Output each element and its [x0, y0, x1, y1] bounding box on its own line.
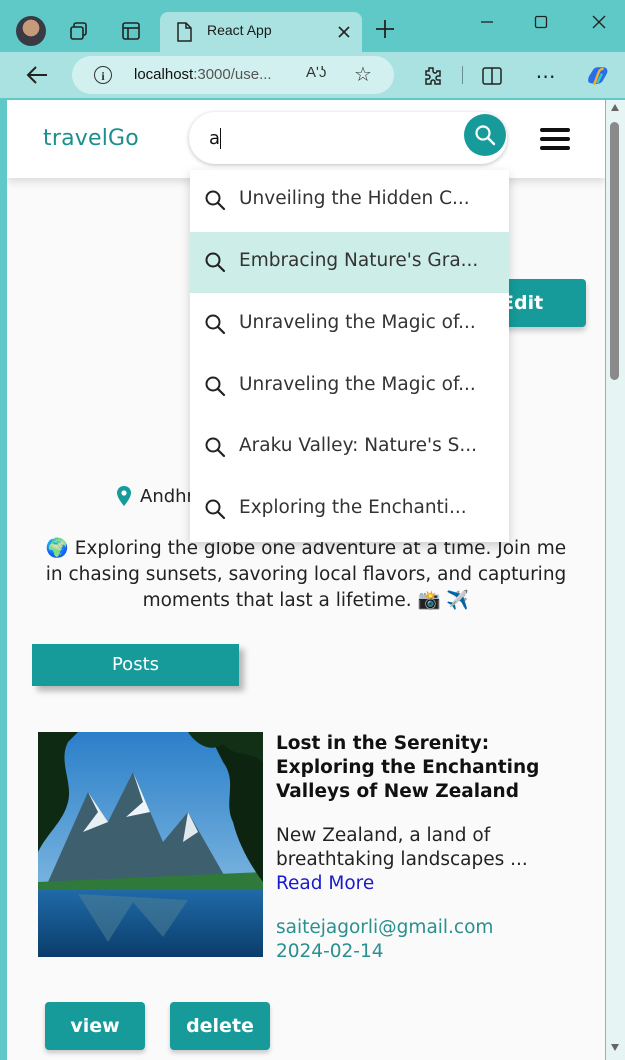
browser-titlebar: React App — [0, 0, 625, 52]
suggestion-text: Unraveling the Magic of... — [239, 374, 476, 395]
suggestion-item-highlighted[interactable]: Embracing Nature's Gra... — [190, 232, 509, 293]
suggestion-text: Exploring the Enchanti... — [239, 497, 467, 518]
scroll-up-arrow-icon[interactable] — [611, 104, 619, 111]
suggestion-item[interactable]: Araku Valley: Nature's S... — [190, 417, 509, 478]
site-info-icon[interactable]: i — [94, 66, 112, 84]
search-icon — [205, 376, 226, 397]
maximize-icon[interactable] — [528, 12, 554, 32]
scrollbar-thumb[interactable] — [610, 122, 619, 380]
close-window-icon[interactable] — [586, 12, 612, 32]
view-post-button[interactable]: view — [45, 1002, 145, 1050]
post-excerpt: New Zealand, a land of breathtaking land… — [276, 824, 576, 896]
delete-post-button[interactable]: delete — [170, 1002, 270, 1050]
browser-navbar: i localhost:3000/use... Aʹʖ ☆ ⋯ — [0, 52, 625, 98]
minimize-icon[interactable] — [474, 12, 500, 32]
close-tab-icon[interactable] — [334, 21, 354, 43]
url-text[interactable]: localhost:3000/use... — [134, 66, 272, 83]
scroll-down-arrow-icon[interactable] — [611, 1044, 619, 1051]
read-aloud-icon[interactable]: Aʹʖ — [306, 64, 326, 81]
search-icon — [205, 314, 226, 335]
post-excerpt-text: New Zealand, a land of breathtaking land… — [276, 825, 528, 870]
suggestion-item[interactable]: Unraveling the Magic of... — [190, 294, 509, 355]
suggestion-text: Unraveling the Magic of... — [239, 312, 476, 333]
suggestion-text: Araku Valley: Nature's S... — [239, 435, 478, 456]
search-suggestions: Unveiling the Hidden C... Embracing Natu… — [190, 170, 509, 542]
address-bar[interactable]: i localhost:3000/use... Aʹʖ ☆ — [72, 56, 394, 94]
post-date: 2024-02-14 — [276, 941, 384, 962]
app-header: travelGo a — [7, 100, 605, 178]
search-icon — [205, 252, 226, 273]
more-options-icon[interactable]: ⋯ — [534, 64, 558, 88]
search-icon — [205, 190, 226, 211]
search-box[interactable]: a — [189, 112, 507, 164]
extensions-icon[interactable] — [420, 64, 444, 88]
suggestion-text: Embracing Nature's Gra... — [239, 250, 479, 271]
profile-bio: 🌍 Exploring the globe one adventure at a… — [45, 538, 567, 611]
post-title[interactable]: Lost in the Serenity: Exploring the Ench… — [276, 732, 586, 804]
vertical-tabs-icon[interactable] — [120, 20, 142, 42]
back-arrow-icon[interactable] — [24, 62, 50, 88]
toolbar-divider — [462, 66, 463, 84]
new-tab-icon[interactable] — [372, 18, 398, 44]
favorite-star-icon[interactable]: ☆ — [354, 62, 372, 86]
page-icon — [176, 22, 194, 42]
tab-title: React App — [207, 22, 272, 38]
search-icon — [475, 125, 496, 146]
copilot-icon[interactable] — [586, 64, 610, 88]
tab-posts[interactable]: Posts — [32, 644, 239, 686]
search-icon — [205, 437, 226, 458]
brand-logo[interactable]: travelGo — [43, 126, 139, 151]
suggestion-item[interactable]: Unveiling the Hidden C... — [190, 170, 509, 231]
search-icon — [205, 499, 226, 520]
split-screen-icon[interactable] — [480, 64, 504, 88]
hamburger-menu-icon[interactable] — [540, 128, 570, 150]
location-pin-icon — [117, 486, 131, 506]
search-button[interactable] — [464, 114, 506, 156]
page-scrollbar[interactable] — [606, 100, 625, 1060]
suggestion-text: Unveiling the Hidden C... — [239, 188, 470, 209]
suggestion-item[interactable]: Exploring the Enchanti... — [190, 479, 509, 540]
read-more-link[interactable]: Read More — [276, 873, 374, 894]
post-author-email: saitejagorli@gmail.com — [276, 917, 494, 938]
text-caret — [220, 128, 221, 149]
page-viewport: travelGo a Edit Andhra Pradesh 🌍 Explori… — [7, 100, 605, 1060]
search-input[interactable]: a — [209, 128, 220, 149]
browser-tab[interactable]: React App — [160, 12, 362, 52]
post-image[interactable] — [38, 732, 263, 957]
profile-avatar[interactable] — [16, 16, 46, 46]
workspaces-icon[interactable] — [68, 20, 90, 42]
suggestion-item[interactable]: Unraveling the Magic of... — [190, 356, 509, 417]
